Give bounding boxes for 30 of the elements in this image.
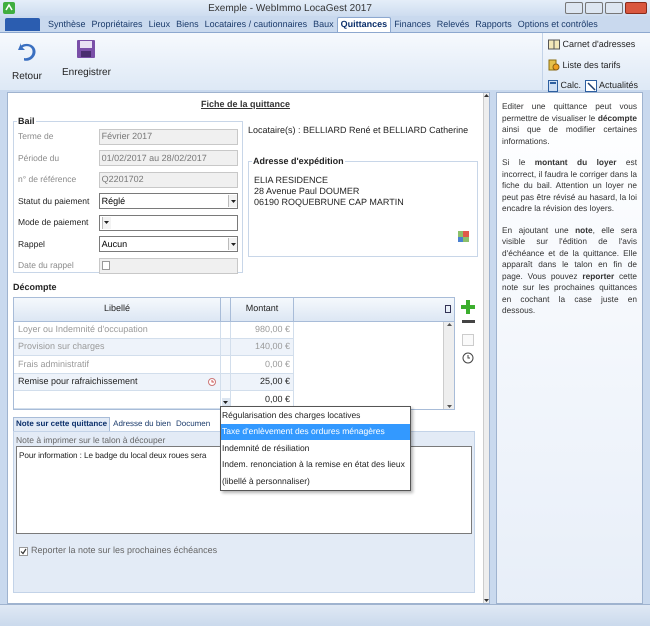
help-paragraph: Si le montant du loyer est incorrect, il faudra le corriger dans la fiche du bail. Attention un loyer ne peut pas être révisé au hasard, la loi encadre la révision des loyers.	[502, 157, 637, 214]
field-label: Note à imprimer sur le talon à découper	[16, 434, 166, 446]
table-cell: 140,00 €	[231, 338, 294, 356]
table-cell: Frais administratif	[14, 356, 221, 373]
table-cell: 0,00 €	[231, 356, 294, 373]
table-cell: Remise pour rafraichissement	[14, 374, 221, 390]
form-title: Fiche de la quittance	[200, 98, 290, 111]
field-label: Rappel	[18, 238, 46, 251]
section-title: Décompte	[13, 281, 58, 294]
window-title: Exemple - WebImmo LocaGest 2017	[207, 2, 373, 16]
field-label: Terme de	[18, 130, 54, 144]
table-cell: 25,00 €	[231, 374, 294, 390]
table-cell: 980,00 €	[231, 322, 294, 338]
table-cell: Loyer ou Indemnité d'occupation	[14, 322, 221, 338]
field-label: Date du rappel	[18, 259, 75, 272]
field-label: Mode de paiement	[18, 216, 90, 230]
help-paragraph: En ajoutant une note, elle sera visible sur l'édition de l'avis d'échéance et de la quittance. Elle apparaît dans le talon en fin de page. Vous pouvez reporter cette note sur les prochaines quittances en cochant la case juste en dessous.	[502, 224, 637, 316]
field-label: Statut du paiement	[18, 194, 90, 208]
tenants-text: Locataire(s) : BELLIARD René et BELLIARD Catherine	[248, 124, 470, 137]
table-cell: Provision sur charges	[14, 338, 221, 356]
column-header: Libellé	[14, 298, 221, 321]
column-header: Montant	[231, 298, 294, 321]
field-label: Période du	[18, 152, 60, 165]
checkbox-label: Reporter la note sur les prochaines échéances	[31, 544, 218, 558]
address-line: 28 Avenue Paul DOUMER	[254, 186, 360, 196]
address-line: ELIA RESIDENCE	[254, 174, 330, 186]
help-paragraph: Editer une quittance peut vous permettre de visualiser le décompte ainsi que de modifier certaines informations.	[502, 101, 637, 147]
field-label: n° de référence	[18, 173, 78, 186]
address-line: 06190 ROQUEBRUNE CAP MARTIN	[254, 196, 405, 208]
group-title: Adresse d'expédition	[252, 154, 345, 168]
